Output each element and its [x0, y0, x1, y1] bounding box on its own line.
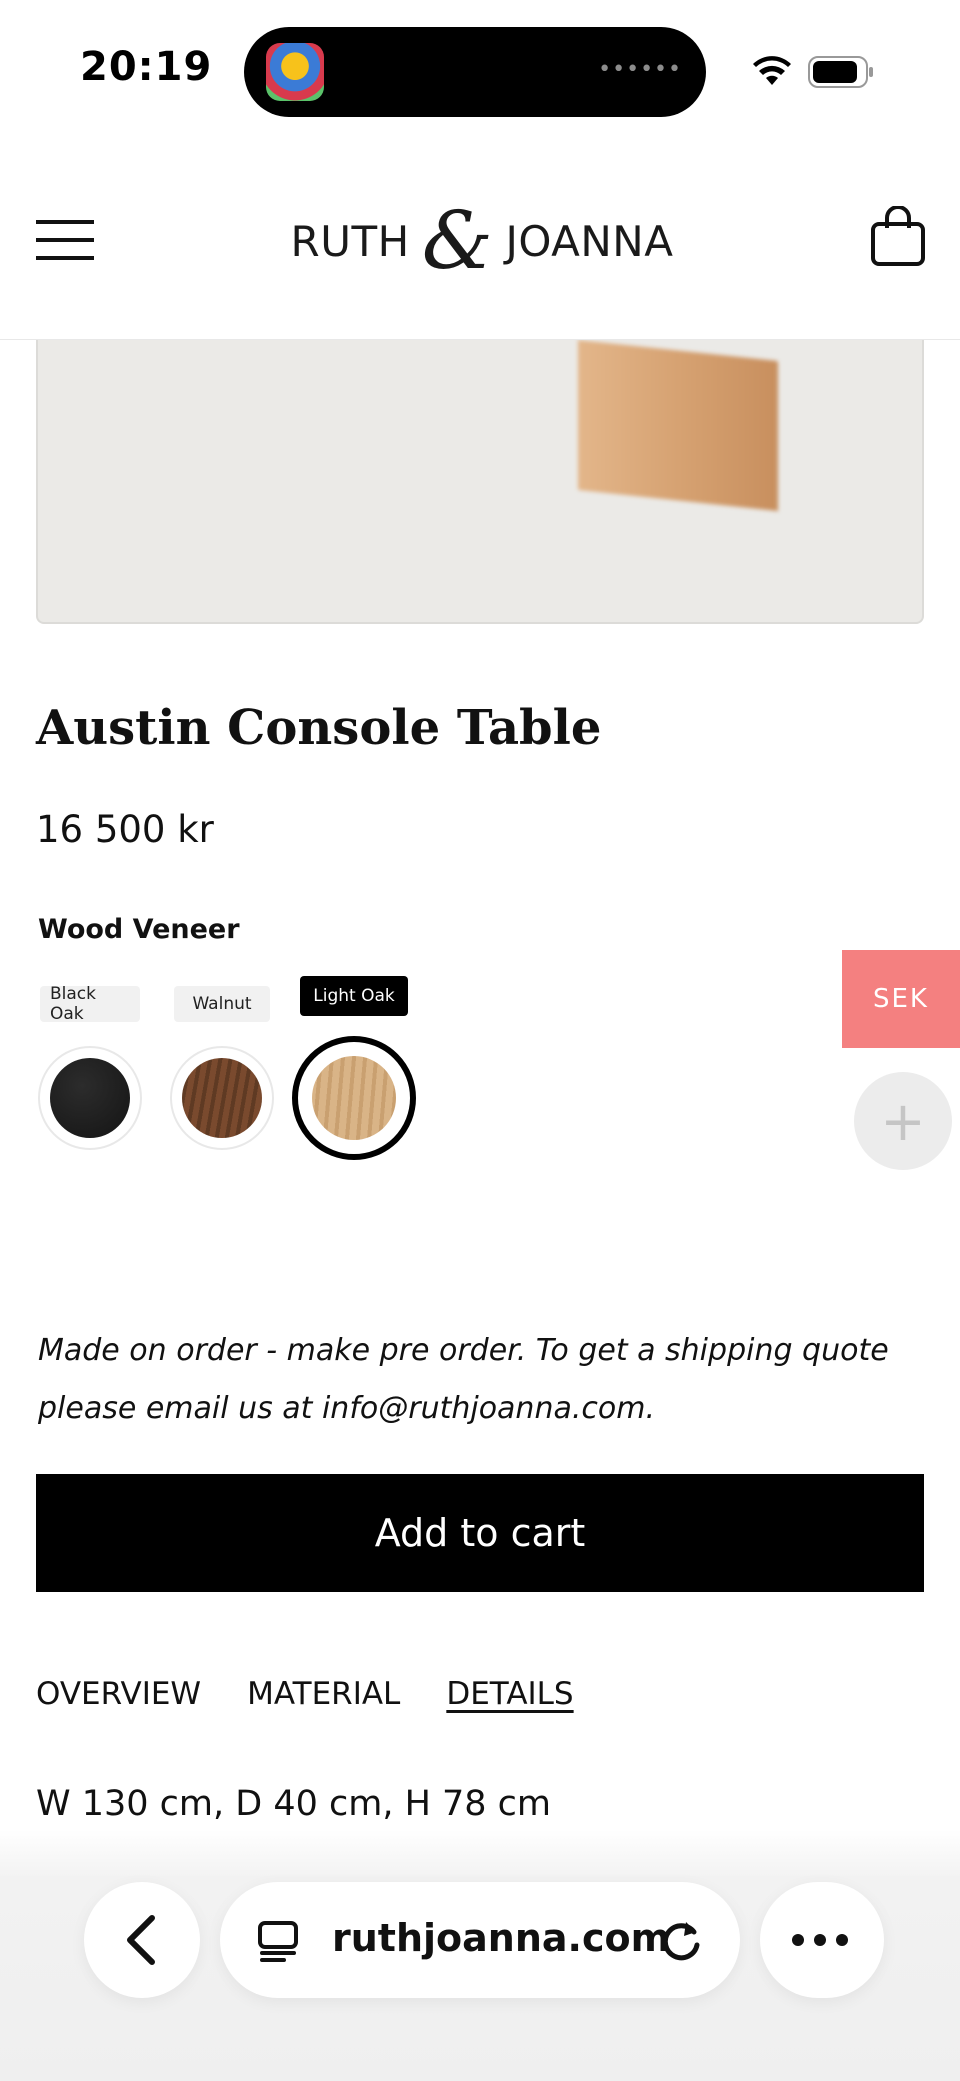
table-leg-image	[578, 340, 778, 512]
browser-more-button[interactable]	[760, 1882, 884, 1998]
logo-text-right: JOANNA	[505, 216, 674, 266]
swatch-fill	[312, 1056, 396, 1140]
wifi-icon	[753, 56, 791, 85]
status-bar: 20:19 ••••••	[0, 0, 960, 140]
app-icon	[266, 43, 324, 101]
site-header: RUTH & JOANNA	[0, 140, 960, 340]
browser-address-bar[interactable]: ruthjoanna.com	[220, 1882, 740, 1998]
back-chevron-icon	[127, 1915, 155, 1965]
hamburger-menu-icon[interactable]	[36, 220, 94, 260]
swatch-light-oak[interactable]	[292, 1036, 416, 1160]
currency-selector-button[interactable]: SEK	[842, 950, 960, 1048]
swatch-walnut[interactable]	[170, 1046, 274, 1150]
tab-material[interactable]: MATERIAL	[247, 1676, 400, 1712]
island-dots: ••••••	[598, 57, 682, 82]
product-image[interactable]	[36, 340, 924, 624]
battery-icon	[808, 56, 873, 88]
swatch-black-oak[interactable]	[38, 1046, 142, 1150]
product-tabs: OVERVIEW MATERIAL DETAILS	[36, 1676, 574, 1712]
status-time: 20:19	[80, 44, 213, 90]
order-note: Made on order - make pre order. To get a…	[38, 1333, 889, 1426]
swatch-label-light-oak: Light Oak	[300, 976, 408, 1016]
swatch-label-black-oak: Black Oak	[40, 984, 140, 1024]
swatch-fill	[182, 1058, 262, 1138]
logo-ampersand: &	[421, 194, 494, 287]
shopping-bag-icon[interactable]	[870, 206, 926, 268]
browser-back-button[interactable]	[84, 1882, 200, 1998]
logo-text-left: RUTH	[290, 216, 410, 266]
reload-icon[interactable]	[658, 1918, 704, 1964]
details-text: W 130 cm, D 40 cm, H 78 cm	[36, 1784, 552, 1824]
tabs-icon	[258, 1921, 298, 1962]
tab-details[interactable]: DETAILS	[446, 1676, 573, 1712]
tab-overview[interactable]: OVERVIEW	[36, 1676, 201, 1712]
swatch-label-walnut: Walnut	[174, 986, 270, 1022]
browser-fade	[0, 1830, 960, 1880]
product-title: Austin Console Table	[36, 700, 602, 756]
site-logo[interactable]: RUTH & JOANNA	[272, 194, 692, 287]
wood-veneer-label: Wood Veneer	[38, 914, 240, 945]
swatch-fill	[50, 1058, 130, 1138]
more-dots-icon	[792, 1934, 848, 1946]
plus-button[interactable]: +	[854, 1072, 952, 1170]
dynamic-island: ••••••	[244, 27, 706, 117]
product-price: 16 500 kr	[36, 808, 214, 851]
add-to-cart-button[interactable]: Add to cart	[36, 1474, 924, 1592]
address-text: ruthjoanna.com	[332, 1916, 671, 1960]
